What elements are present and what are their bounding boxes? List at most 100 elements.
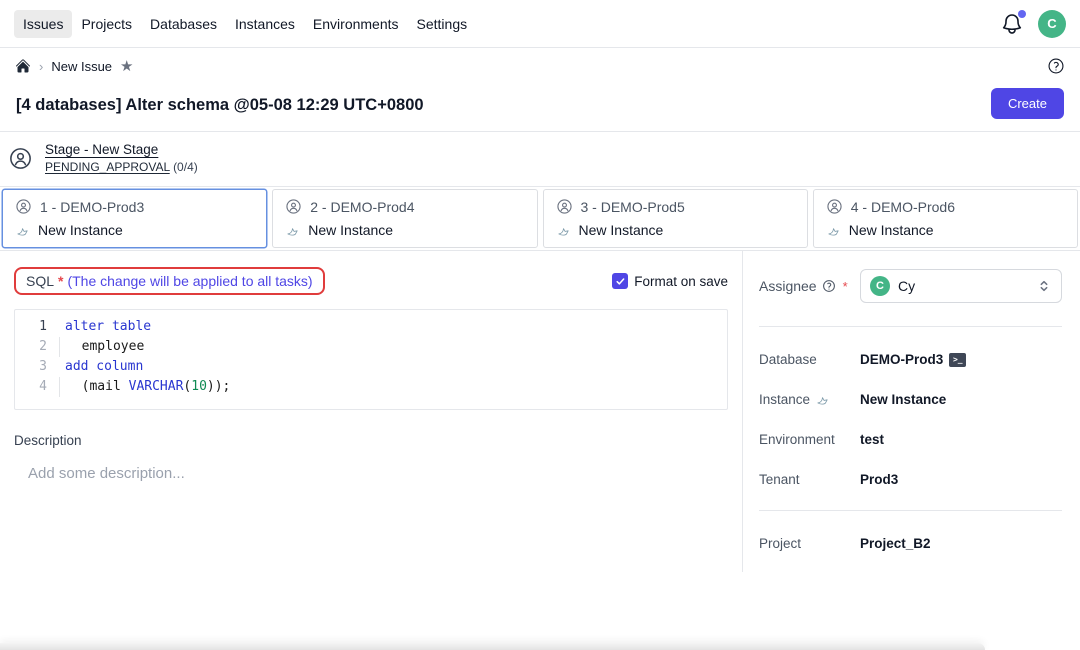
field-row-instance: InstanceNew Instance: [759, 392, 1062, 407]
select-chevron-icon: [1036, 278, 1052, 294]
mysql-dolphin-icon: [556, 223, 571, 238]
editor-line: 3add column: [15, 357, 727, 377]
assignee-required-mark: *: [843, 279, 848, 294]
line-number: 1: [15, 317, 59, 337]
issue-page: IssuesProjectsDatabasesInstancesEnvironm…: [0, 0, 1080, 650]
help-button[interactable]: [1047, 57, 1065, 75]
stage-progress: (0/4): [173, 160, 198, 174]
mysql-dolphin-icon: [15, 223, 30, 238]
line-number: 2: [15, 337, 59, 357]
stage-section: Stage - New Stage PENDING_APPROVAL (0/4): [0, 132, 1080, 186]
page-title: [4 databases] Alter schema @05-08 12:29 …: [16, 88, 424, 115]
stage-texts: Stage - New Stage PENDING_APPROVAL (0/4): [45, 142, 198, 174]
person-circle-icon: [285, 198, 302, 215]
sql-editor[interactable]: 1alter table2 employee3add column4 (mail…: [14, 309, 728, 410]
field-row-tenant: TenantProd3: [759, 472, 1062, 487]
field-value: Project_B2: [860, 536, 931, 551]
assignee-row: Assignee * C Cy: [759, 269, 1062, 303]
assignee-select[interactable]: C Cy: [860, 269, 1062, 303]
task-instance: New Instance: [849, 222, 934, 238]
mysql-dolphin-icon: [826, 223, 841, 238]
field-label: Environment: [759, 432, 860, 447]
code-text: add column: [59, 357, 143, 377]
notifications-button[interactable]: [1000, 12, 1024, 36]
task-label: 4 - DEMO-Prod6: [851, 199, 955, 215]
bottom-drawer-edge: [0, 643, 985, 650]
task-label: 3 - DEMO-Prod5: [581, 199, 685, 215]
task-instance: New Instance: [579, 222, 664, 238]
editor-line: 2 employee: [15, 337, 727, 357]
code-text: employee: [59, 337, 144, 357]
sql-note: (The change will be applied to all tasks…: [67, 273, 312, 289]
person-circle-icon: [826, 198, 843, 215]
sidebar: Assignee * C Cy: [742, 251, 1080, 572]
stage-status-line: PENDING_APPROVAL (0/4): [45, 160, 198, 174]
nav-item-issues[interactable]: Issues: [14, 10, 72, 38]
terminal-icon[interactable]: >_: [949, 353, 966, 367]
code-text: (mail VARCHAR(10));: [59, 377, 230, 397]
description-label: Description: [14, 433, 728, 448]
divider: [759, 326, 1062, 327]
sql-required-mark: *: [58, 273, 63, 289]
content: SQL * (The change will be applied to all…: [0, 251, 1080, 572]
task-tabs: 1 - DEMO-Prod3New Instance2 - DEMO-Prod4…: [0, 187, 1080, 251]
editor-line: 1alter table: [15, 317, 727, 337]
nav-item-settings[interactable]: Settings: [408, 10, 477, 38]
task-card-2-demo-prod4[interactable]: 2 - DEMO-Prod4 New Instance: [272, 189, 537, 248]
field-value[interactable]: DEMO-Prod3>_: [860, 352, 966, 367]
task-label: 2 - DEMO-Prod4: [310, 199, 414, 215]
field-label: Instance: [759, 392, 860, 407]
assignee-label-text: Assignee: [759, 278, 817, 294]
task-label: 1 - DEMO-Prod3: [40, 199, 144, 215]
person-circle-icon: [556, 198, 573, 215]
sql-label-annotation: SQL * (The change will be applied to all…: [14, 267, 325, 295]
create-button[interactable]: Create: [991, 88, 1064, 119]
field-label: Project: [759, 536, 860, 551]
task-card-1-demo-prod3[interactable]: 1 - DEMO-Prod3New Instance: [2, 189, 267, 248]
description-input[interactable]: Add some description...: [28, 465, 728, 482]
field-row-project: ProjectProject_B2: [759, 536, 1062, 551]
format-on-save-checkbox[interactable]: [612, 273, 628, 289]
home-icon[interactable]: [15, 58, 31, 74]
field-value: test: [860, 432, 884, 447]
assignee-help-icon[interactable]: [822, 279, 836, 293]
main-nav: IssuesProjectsDatabasesInstancesEnvironm…: [14, 10, 476, 38]
assignee-avatar: C: [870, 276, 890, 296]
star-icon[interactable]: ★: [120, 59, 133, 74]
nav-item-environments[interactable]: Environments: [304, 10, 408, 38]
top-nav-bar: IssuesProjectsDatabasesInstancesEnvironm…: [0, 0, 1080, 48]
field-label: Database: [759, 352, 860, 367]
assignee-name: Cy: [898, 278, 915, 294]
breadcrumb-current: New Issue: [51, 59, 112, 74]
editor-line: 4 (mail VARCHAR(10));: [15, 377, 727, 397]
nav-item-databases[interactable]: Databases: [141, 10, 226, 38]
chevron-right-icon: ›: [39, 59, 43, 74]
sql-label: SQL: [26, 273, 54, 289]
topbar-right: C: [1000, 10, 1066, 38]
nav-item-instances[interactable]: Instances: [226, 10, 304, 38]
main-pane: SQL * (The change will be applied to all…: [0, 251, 742, 482]
mysql-dolphin-icon: [285, 223, 300, 238]
sidebar-fields: DatabaseDEMO-Prod3>_ InstanceNew Instance…: [759, 352, 1062, 551]
code-text: alter table: [59, 317, 151, 337]
breadcrumb: › New Issue ★: [0, 48, 1080, 84]
field-row-database: DatabaseDEMO-Prod3>_: [759, 352, 1062, 367]
avatar[interactable]: C: [1038, 10, 1066, 38]
task-instance: New Instance: [308, 222, 393, 238]
line-number: 4: [15, 377, 59, 397]
person-circle-icon: [15, 198, 32, 215]
task-card-4-demo-prod6[interactable]: 4 - DEMO-Prod6 New Instance: [813, 189, 1078, 248]
field-value: New Instance: [860, 392, 946, 407]
person-circle-icon: [8, 146, 33, 171]
divider: [759, 510, 1062, 511]
task-card-3-demo-prod5[interactable]: 3 - DEMO-Prod5 New Instance: [543, 189, 808, 248]
stage-status-link[interactable]: PENDING_APPROVAL: [45, 160, 170, 174]
field-value: Prod3: [860, 472, 898, 487]
sql-row: SQL * (The change will be applied to all…: [14, 267, 728, 295]
nav-item-projects[interactable]: Projects: [72, 10, 141, 38]
format-on-save-toggle[interactable]: Format on save: [612, 273, 728, 289]
field-row-environment: Environmenttest: [759, 432, 1062, 447]
notification-dot: [1018, 10, 1026, 18]
assignee-label: Assignee *: [759, 278, 848, 294]
stage-link[interactable]: Stage - New Stage: [45, 142, 198, 157]
